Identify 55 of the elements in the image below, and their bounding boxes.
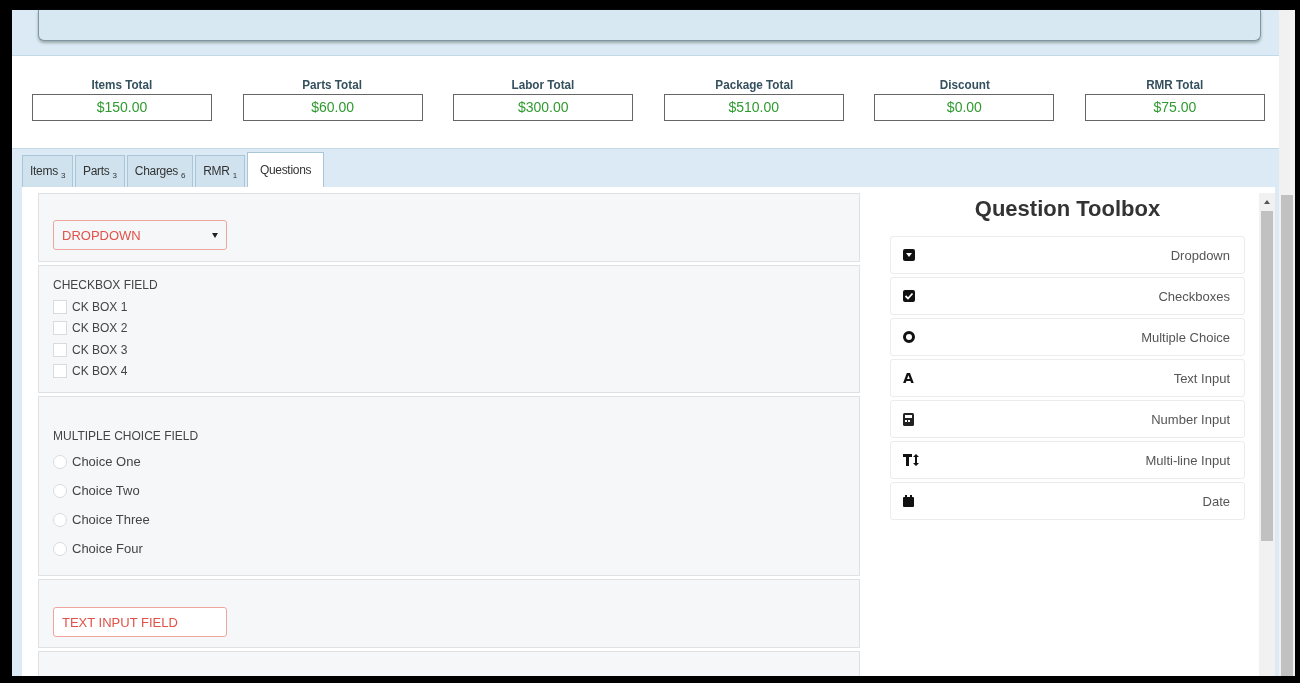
scrollbar[interactable] bbox=[1259, 193, 1275, 676]
field-label: MULTIPLE CHOICE FIELD bbox=[53, 429, 200, 443]
toolbox-title: Question Toolbox bbox=[973, 196, 1162, 222]
toolbox-item[interactable]: Date bbox=[890, 482, 1245, 520]
caret-icon bbox=[212, 232, 218, 238]
tab[interactable]: Parts $_{3}$ bbox=[75, 155, 125, 187]
radio-label: Choice Two bbox=[72, 483, 140, 498]
radio-icon bbox=[903, 331, 915, 343]
tab[interactable]: Questions bbox=[246, 152, 325, 187]
radio-label: Choice Four bbox=[72, 541, 143, 556]
checkbox-label: CK BOX 4 bbox=[72, 364, 128, 379]
tab[interactable]: RMR $_{1}$ bbox=[195, 155, 245, 187]
checkbox-icon bbox=[903, 290, 915, 302]
toolbox-item[interactable]: Number Input bbox=[890, 400, 1245, 438]
text-height-icon bbox=[903, 454, 919, 466]
total-label: Parts Total bbox=[302, 77, 363, 94]
radio-button[interactable] bbox=[53, 512, 67, 527]
toolbox-item[interactable]: A Text Input bbox=[890, 359, 1245, 397]
total-label: Labor Total bbox=[511, 77, 575, 94]
total-label: Package Total bbox=[714, 77, 793, 94]
radio-label: Choice Three bbox=[72, 512, 150, 527]
checkbox-label: CK BOX 3 bbox=[72, 342, 128, 357]
radio-label: Choice One bbox=[72, 454, 141, 469]
total-value: $75.00 bbox=[1084, 94, 1265, 121]
total-value: $0.00 bbox=[874, 94, 1055, 121]
total-label: RMR Total bbox=[1146, 77, 1204, 94]
radio-button[interactable] bbox=[53, 541, 67, 556]
checkbox-label: CK BOX 2 bbox=[72, 321, 128, 336]
total-label: Discount bbox=[939, 77, 990, 94]
letter-icon: A bbox=[903, 370, 914, 386]
toolbox-item[interactable]: Multiple Choice bbox=[890, 318, 1245, 356]
text-input-field[interactable]: TEXT INPUT FIELD bbox=[53, 607, 227, 637]
radio-button[interactable] bbox=[53, 454, 67, 469]
calendar-icon bbox=[903, 495, 914, 507]
checkbox[interactable] bbox=[53, 321, 67, 336]
dropdown-icon bbox=[903, 249, 915, 261]
total-value: $300.00 bbox=[453, 94, 634, 121]
tab[interactable]: Charges $_{6}$ bbox=[126, 155, 194, 187]
checkbox-label: CK BOX 1 bbox=[72, 299, 128, 314]
tab[interactable]: Items $_{3}$ bbox=[22, 155, 74, 187]
toolbox-item[interactable]: Dropdown bbox=[890, 236, 1245, 274]
total-label: Items Total bbox=[91, 77, 153, 94]
toolbox-item[interactable]: Checkboxes bbox=[890, 277, 1245, 315]
toolbox-item[interactable]: Multi-line Input bbox=[890, 441, 1245, 479]
radio-button[interactable] bbox=[53, 483, 67, 498]
checkbox[interactable] bbox=[53, 364, 67, 379]
calculator-icon bbox=[903, 412, 914, 426]
total-value: $510.00 bbox=[663, 94, 844, 121]
dropdown-field[interactable]: DROPDOWN bbox=[53, 220, 227, 250]
total-value: $150.00 bbox=[32, 94, 212, 121]
field-label: CHECKBOX FIELD bbox=[53, 278, 159, 292]
page-scrollbar[interactable] bbox=[1279, 10, 1295, 676]
checkbox[interactable] bbox=[53, 342, 67, 357]
total-value: $60.00 bbox=[242, 94, 423, 121]
checkbox[interactable] bbox=[53, 299, 67, 314]
